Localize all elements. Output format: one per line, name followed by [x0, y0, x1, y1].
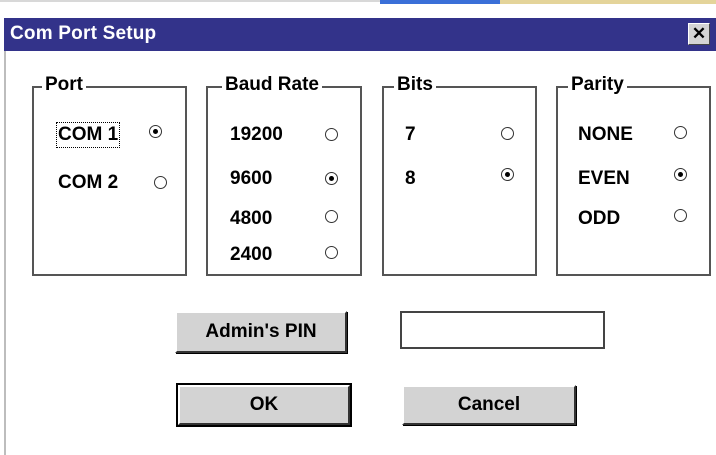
- baud-option-4800-label[interactable]: 4800: [230, 208, 272, 230]
- background-window-strip: [0, 0, 716, 18]
- cancel-button-label: Cancel: [457, 394, 521, 415]
- admin-pin-input[interactable]: [400, 311, 605, 349]
- baud-4800-radio[interactable]: [325, 210, 338, 223]
- parity-option-odd-label[interactable]: ODD: [578, 208, 620, 230]
- baud-rate-group-title: Baud Rate: [222, 74, 322, 96]
- bits-option-7-label[interactable]: 7: [405, 124, 416, 146]
- background-window-edge: [500, 0, 716, 4]
- baud-option-2400-label[interactable]: 2400: [230, 244, 272, 266]
- radio-selected-dot: [504, 171, 510, 177]
- port-com2-radio[interactable]: [154, 176, 167, 189]
- parity-none-radio[interactable]: [674, 126, 687, 139]
- ok-button-label: OK: [249, 394, 279, 415]
- admins-pin-button-label: Admin's PIN: [205, 321, 317, 342]
- radio-selected-dot: [328, 175, 334, 181]
- baud-option-19200-label[interactable]: 19200: [230, 124, 283, 146]
- radio-selected-dot: [152, 128, 158, 134]
- port-option-com2-label[interactable]: COM 2: [58, 172, 118, 194]
- bits-8-radio[interactable]: [501, 168, 514, 181]
- title-bar[interactable]: Com Port Setup ✕: [4, 18, 716, 51]
- parity-option-none-label[interactable]: NONE: [578, 124, 633, 146]
- parity-group-title: Parity: [568, 74, 627, 96]
- admins-pin-button[interactable]: Admin's PIN: [175, 311, 347, 353]
- ok-button[interactable]: OK: [176, 383, 352, 427]
- background-window-edge: [0, 0, 380, 2]
- bits-option-8-label[interactable]: 8: [405, 168, 416, 190]
- parity-even-radio[interactable]: [674, 168, 687, 181]
- dialog-title: Com Port Setup: [10, 23, 157, 44]
- port-option-com1-label[interactable]: COM 1: [55, 122, 121, 148]
- parity-option-even-label[interactable]: EVEN: [578, 168, 630, 190]
- port-group-title: Port: [42, 74, 86, 96]
- bits-7-radio[interactable]: [501, 127, 514, 140]
- close-button[interactable]: ✕: [688, 23, 710, 45]
- baud-9600-radio[interactable]: [325, 172, 338, 185]
- parity-odd-radio[interactable]: [674, 209, 687, 222]
- baud-19200-radio[interactable]: [325, 128, 338, 141]
- background-window-edge: [380, 0, 500, 4]
- dialog-left-border: [4, 51, 6, 455]
- radio-selected-dot: [677, 171, 683, 177]
- port-com1-radio[interactable]: [149, 125, 162, 138]
- baud-option-9600-label[interactable]: 9600: [230, 168, 272, 190]
- close-icon: ✕: [691, 24, 707, 43]
- baud-2400-radio[interactable]: [325, 246, 338, 259]
- bits-group-title: Bits: [394, 74, 436, 96]
- cancel-button[interactable]: Cancel: [402, 385, 576, 425]
